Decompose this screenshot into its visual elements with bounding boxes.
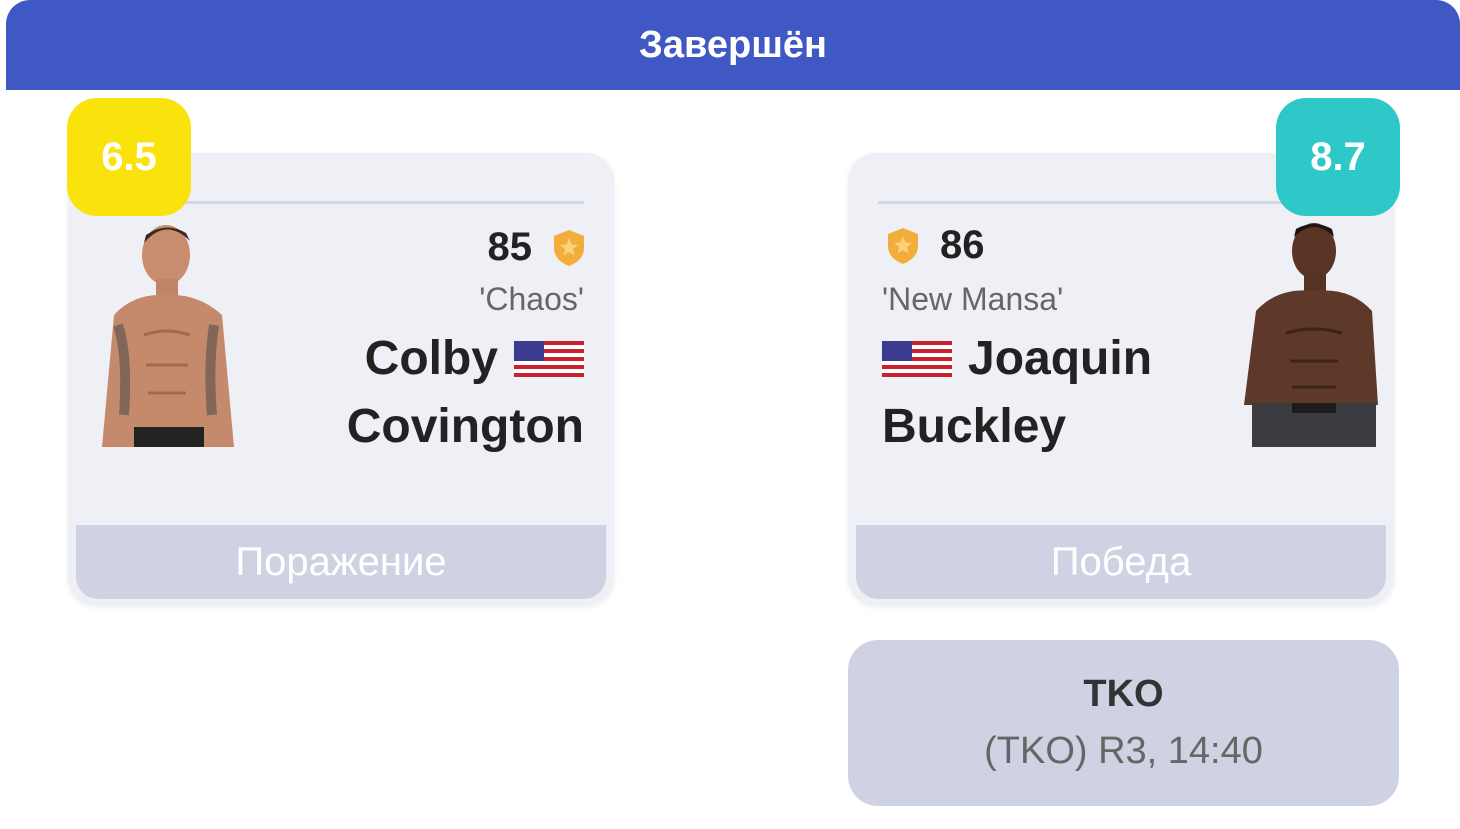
- card-divider: [178, 201, 584, 204]
- us-flag-icon: [882, 340, 952, 377]
- result-label: Победа: [1050, 539, 1192, 584]
- fighter-score-row-right: 86: [886, 223, 985, 268]
- fighter-card-left[interactable]: 85 'Chaos' Colby Covington Поражение: [68, 153, 614, 605]
- fighter-score-row-left: 85: [488, 225, 587, 270]
- fighter-photo-left: [94, 215, 244, 447]
- fighter-rating-badge-left: 6.5: [67, 98, 191, 216]
- fighter-rating-value: 8.7: [1310, 134, 1366, 179]
- fight-status-text: Завершён: [639, 23, 827, 66]
- fighter-result-left: Поражение: [76, 525, 606, 599]
- result-label: Поражение: [235, 539, 447, 584]
- fighter-last-name: Covington: [346, 400, 584, 453]
- fighter-rating-badge-right: 8.7: [1276, 98, 1400, 216]
- shield-badge-icon: [888, 227, 918, 264]
- fighter-nickname: 'Chaos': [479, 281, 584, 317]
- fight-status-header: Завершён: [6, 0, 1460, 90]
- fighter-score: 85: [487, 225, 533, 269]
- method-detail: (TKO) R3, 14:40: [984, 730, 1263, 772]
- fighter-first-name: Colby: [364, 332, 498, 385]
- method-title: TKO: [1083, 673, 1164, 715]
- card-divider: [878, 201, 1284, 204]
- fighter-result-right: Победа: [856, 525, 1386, 599]
- fighter-score: 86: [940, 223, 985, 267]
- us-flag-icon: [514, 340, 584, 377]
- shield-badge-icon: [554, 229, 584, 266]
- fighter-card-right[interactable]: 86 'New Mansa' Joaquin Buckley Победа: [848, 153, 1394, 605]
- fighter-nickname: 'New Mansa': [882, 281, 1064, 317]
- fighter-first-name-line: Colby: [365, 331, 584, 386]
- fighter-first-name: Joaquin: [968, 332, 1153, 385]
- fighter-rating-value: 6.5: [101, 134, 157, 179]
- fighter-first-name-line: Joaquin: [882, 331, 1152, 386]
- fighter-photo-right: [1234, 215, 1384, 447]
- fight-method-card: TKO (TKO) R3, 14:40: [848, 640, 1399, 806]
- fighter-last-name: Buckley: [882, 400, 1067, 453]
